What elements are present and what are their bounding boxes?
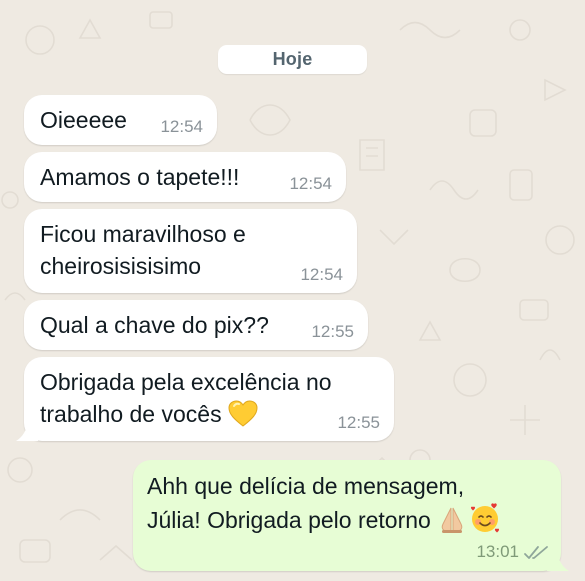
smiling-face-with-hearts-icon [469,502,501,542]
message-time: 13:01 [476,542,519,561]
incoming-message[interactable]: Amamos o tapete!!! 12:54 [24,152,346,202]
incoming-message[interactable]: Oieeeee 12:54 [24,95,217,145]
message-text-line: Júlia! Obrigada pelo retorno [147,507,431,533]
incoming-message[interactable]: Ficou maravilhoso e cheirosisisisimo 12:… [24,209,357,293]
bubble-tail [16,421,38,441]
message-time: 12:55 [337,413,380,432]
read-receipt-double-check-icon [524,546,548,559]
yellow-heart-icon [228,400,258,436]
date-separator: Hoje [218,45,367,74]
chat-background: Hoje Oieeeee 12:54 Amamos o tapete!!! 12… [0,0,585,581]
outgoing-message[interactable]: Ahh que delícia de mensagem, Júlia! Obri… [133,460,569,571]
message-time: 12:54 [289,174,332,193]
message-time: 12:55 [311,322,354,341]
folded-hands-icon [437,504,467,542]
message-time: 12:54 [300,265,343,284]
incoming-message[interactable]: Qual a chave do pix?? 12:55 [24,300,368,350]
message-text-line: trabalho de vocês [40,401,222,427]
message-text-line: Obrigada pela excelência no [40,369,332,395]
message-text-line: Ficou maravilhoso e [40,221,246,247]
message-text-line: Ahh que delícia de mensagem, [147,473,465,499]
incoming-message[interactable]: Obrigada pela excelência no trabalho de … [16,357,394,441]
message-time: 12:54 [160,117,203,136]
